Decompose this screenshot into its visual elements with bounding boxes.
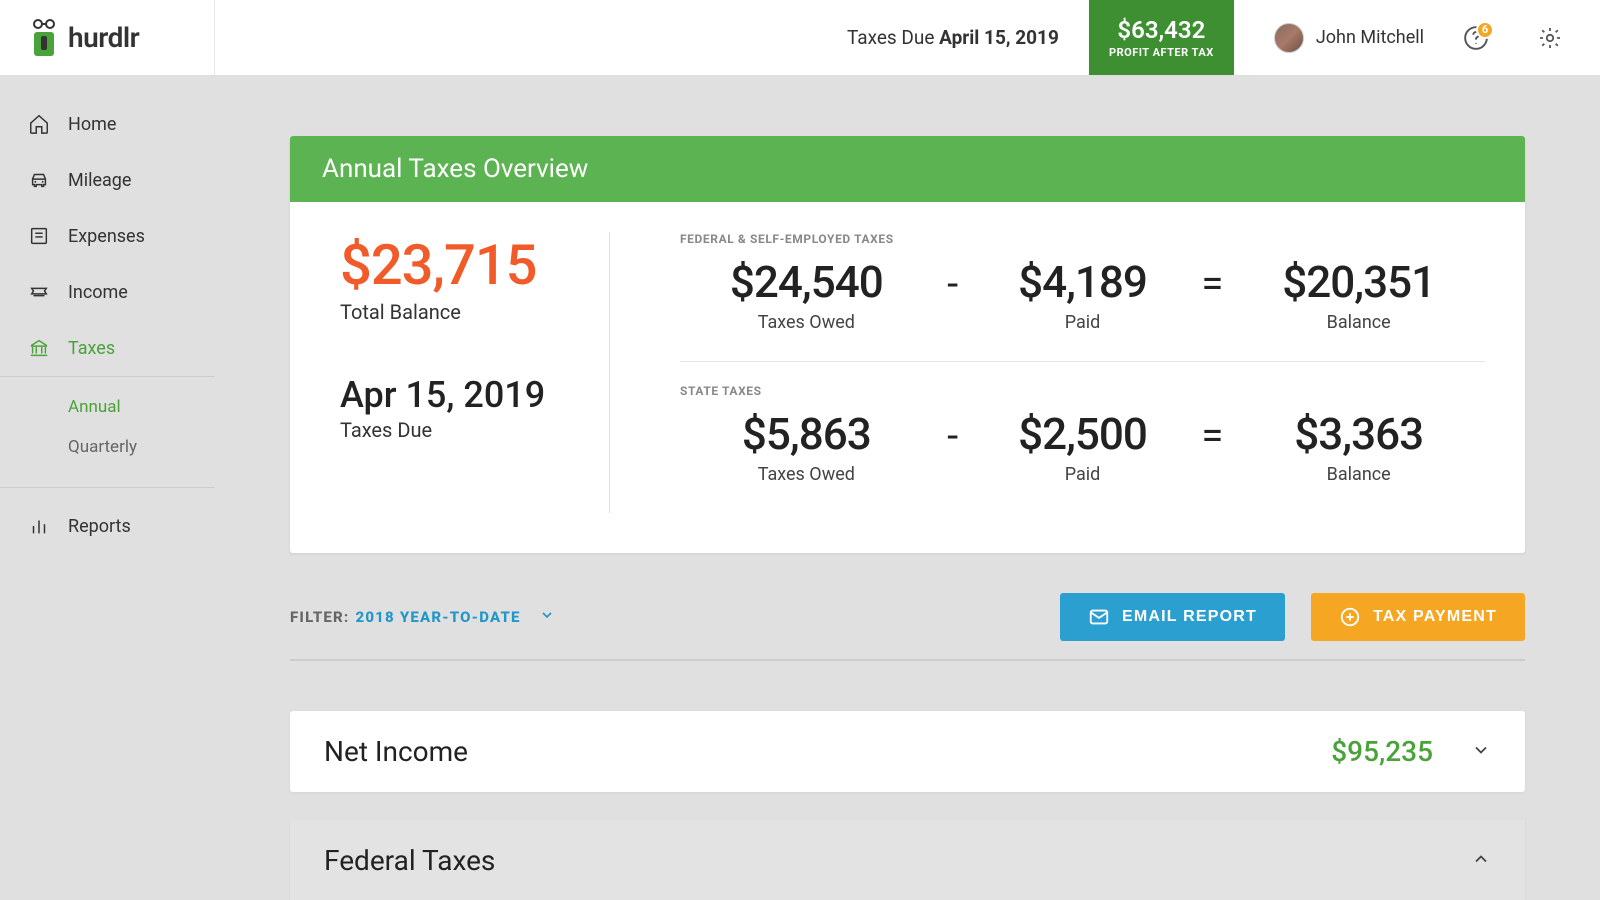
- home-icon: [28, 113, 50, 135]
- settings-button[interactable]: [1528, 16, 1572, 60]
- sidebar-item-label: Taxes: [68, 338, 115, 359]
- equals-operator: =: [1192, 412, 1232, 459]
- logo[interactable]: hurdlr: [26, 18, 139, 58]
- taxes-due-date-label: Taxes Due: [340, 418, 589, 442]
- equals-operator: =: [1192, 260, 1232, 307]
- federal-section-label: FEDERAL & SELF-EMPLOYED TAXES: [680, 232, 1485, 246]
- chart-icon: [28, 515, 50, 537]
- net-income-title: Net Income: [324, 735, 468, 768]
- bank-icon: [28, 337, 50, 359]
- overview-right: FEDERAL & SELF-EMPLOYED TAXES $24,540 Ta…: [650, 232, 1485, 513]
- total-balance-label: Total Balance: [340, 300, 589, 324]
- taxes-due-display: Taxes Due April 15, 2019: [847, 26, 1059, 49]
- net-income-value: $95,235: [1331, 735, 1433, 768]
- state-balance-value: $3,363: [1232, 408, 1485, 460]
- state-balance-label: Balance: [1232, 464, 1485, 485]
- profit-label: PROFIT AFTER TAX: [1109, 46, 1214, 59]
- sidebar-item-label: Reports: [68, 516, 131, 537]
- sidebar-item-label: Mileage: [68, 170, 131, 191]
- sidebar-item-label: Income: [68, 282, 128, 303]
- federal-owed-label: Taxes Owed: [680, 312, 933, 333]
- filter-row: FILTER: 2018 YEAR-TO-DATE EMAIL REPORT T…: [290, 593, 1525, 661]
- help-button[interactable]: 6: [1454, 16, 1498, 60]
- minus-operator: -: [933, 260, 973, 307]
- total-balance-amount: $23,715: [340, 232, 589, 298]
- sidebar-item-taxes[interactable]: Taxes: [0, 320, 215, 376]
- state-paid-label: Paid: [973, 464, 1193, 485]
- federal-paid-value: $4,189: [973, 256, 1193, 308]
- state-section-label: STATE TAXES: [680, 384, 1485, 398]
- overview-left: $23,715 Total Balance Apr 15, 2019 Taxes…: [340, 232, 610, 513]
- profit-amount: $63,432: [1117, 16, 1205, 44]
- sidebar: Home Mileage Expenses Income Taxes Annua…: [0, 76, 215, 900]
- user-name[interactable]: John Mitchell: [1316, 27, 1424, 48]
- state-owed-label: Taxes Owed: [680, 464, 933, 485]
- sidebar-subitem-annual[interactable]: Annual: [0, 387, 215, 427]
- sidebar-item-label: Home: [68, 114, 116, 135]
- logo-mark-icon: [26, 18, 62, 58]
- federal-paid-label: Paid: [973, 312, 1193, 333]
- minus-operator: -: [933, 412, 973, 459]
- logo-text: hurdlr: [68, 21, 139, 54]
- federal-owed-value: $24,540: [680, 256, 933, 308]
- sidebar-item-income[interactable]: Income: [0, 264, 215, 320]
- notification-badge: 6: [1476, 21, 1494, 39]
- receipt-icon: [28, 225, 50, 247]
- logo-area: hurdlr: [0, 0, 215, 75]
- tax-payment-button[interactable]: TAX PAYMENT: [1311, 593, 1525, 641]
- chevron-down-icon: [539, 607, 555, 623]
- state-owed-value: $5,863: [680, 408, 933, 460]
- net-income-header[interactable]: Net Income $95,235: [290, 711, 1525, 792]
- gear-icon: [1538, 26, 1562, 50]
- user-area: John Mitchell 6: [1234, 16, 1600, 60]
- header: hurdlr Taxes Due April 15, 2019 $63,432 …: [0, 0, 1600, 76]
- plus-circle-icon: [1339, 606, 1361, 628]
- sidebar-item-home[interactable]: Home: [0, 96, 215, 152]
- main-content: Annual Taxes Overview $23,715 Total Bala…: [215, 76, 1600, 900]
- profit-after-tax-box[interactable]: $63,432 PROFIT AFTER TAX: [1089, 0, 1234, 75]
- federal-taxes-title: Federal Taxes: [324, 844, 495, 877]
- mail-icon: [1088, 606, 1110, 628]
- overview-title: Annual Taxes Overview: [290, 136, 1525, 202]
- state-paid-value: $2,500: [973, 408, 1193, 460]
- federal-balance-label: Balance: [1232, 312, 1485, 333]
- filter-dropdown-toggle[interactable]: [539, 607, 555, 627]
- sidebar-item-label: Expenses: [68, 226, 145, 247]
- car-icon: [28, 169, 50, 191]
- net-income-panel: Net Income $95,235: [290, 711, 1525, 792]
- filter-value[interactable]: 2018 YEAR-TO-DATE: [355, 608, 520, 626]
- email-report-button[interactable]: EMAIL REPORT: [1060, 593, 1285, 641]
- chevron-up-icon: [1471, 849, 1491, 873]
- sidebar-subitem-quarterly[interactable]: Quarterly: [0, 427, 215, 467]
- sidebar-item-mileage[interactable]: Mileage: [0, 152, 215, 208]
- federal-balance-value: $20,351: [1232, 256, 1485, 308]
- sidebar-item-reports[interactable]: Reports: [0, 498, 215, 554]
- money-icon: [28, 281, 50, 303]
- avatar[interactable]: [1274, 23, 1304, 53]
- filter-label: FILTER:: [290, 608, 349, 626]
- federal-taxes-panel: Federal Taxes Taxable Net Income $95,235: [290, 820, 1525, 900]
- taxes-submenu: Annual Quarterly: [0, 376, 215, 488]
- annual-taxes-overview-card: Annual Taxes Overview $23,715 Total Bala…: [290, 136, 1525, 553]
- sidebar-item-expenses[interactable]: Expenses: [0, 208, 215, 264]
- chevron-down-icon: [1471, 740, 1491, 764]
- taxes-due-date: Apr 15, 2019: [340, 374, 589, 416]
- federal-taxes-header[interactable]: Federal Taxes: [290, 820, 1525, 900]
